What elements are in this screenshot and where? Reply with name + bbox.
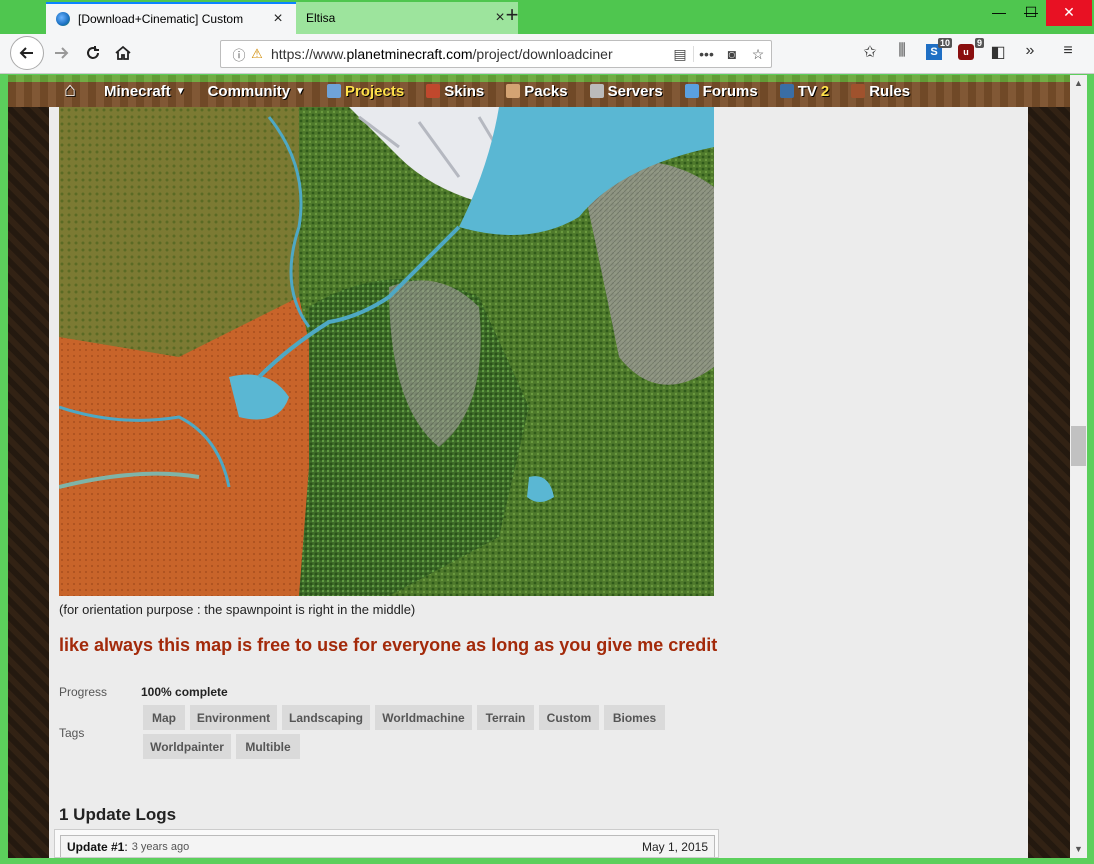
map-image[interactable] [59,107,714,596]
tag-worldpainter[interactable]: Worldpainter [143,734,231,759]
nav-label: TV [797,82,817,100]
update-date: May 1, 2015 [641,839,708,854]
maximize-icon[interactable]: ☐ [1014,0,1048,26]
back-icon[interactable] [10,36,44,70]
nav-community[interactable]: Community ▼ [208,83,305,100]
url-prefix: https://www. [271,46,347,62]
extension-badge: 10 [937,38,952,48]
page-actions-icon[interactable]: ••• [693,46,719,62]
overflow-chevron-icon[interactable]: » [1018,42,1042,66]
reload-icon[interactable] [78,38,108,68]
url-path: /project/downloadciner [472,46,613,62]
sidebar-icon[interactable]: ◧ [986,42,1010,66]
nav-label: Minecraft [104,82,171,100]
nav-servers[interactable]: Servers [589,82,663,100]
image-caption: (for orientation purpose : the spawnpoin… [59,602,416,617]
nav-packs[interactable]: Packs [506,82,568,100]
home-icon[interactable] [108,38,138,68]
nav-label: Community [207,82,291,100]
progress-label: Progress [59,685,108,699]
address-bar[interactable]: ⓘ ⚠ https://www.planetminecraft.com/proj… [220,40,772,68]
nav-label: Packs [524,82,568,100]
tag-multible[interactable]: Multible [236,734,300,759]
servers-icon [589,84,604,98]
url-text[interactable]: https://www.planetminecraft.com/project/… [265,46,667,62]
chevron-down-icon: ▼ [175,85,186,97]
bookmarks-star-icon[interactable]: ✩ [858,42,882,66]
pocket-icon[interactable]: ◙ [719,46,745,62]
projects-icon [327,84,341,98]
forums-icon [684,84,699,98]
nav-projects[interactable]: Projects [327,83,404,100]
nav-bar: ⓘ ⚠ https://www.planetminecraft.com/proj… [0,34,1094,74]
close-tab-icon[interactable]: × [270,10,286,28]
tag-worldmachine[interactable]: Worldmachine [375,705,472,730]
update-ago: 3 years ago [131,840,190,853]
nav-label: Skins [444,82,485,100]
nav-label: Projects [345,82,405,100]
globe-icon [56,12,70,26]
tv-icon [779,84,794,98]
tag-custom[interactable]: Custom [539,705,599,730]
tab-title: [Download+Cinematic] Custom [78,12,244,26]
tab-active[interactable]: [Download+Cinematic] Custom × [46,2,296,34]
url-host: planetminecraft.com [346,46,473,62]
packs-icon [506,84,521,98]
update-separator: : [124,839,128,854]
ublock-badge: 9 [974,38,984,48]
scroll-down-icon[interactable]: ▼ [1070,841,1087,858]
insecure-lock-icon[interactable]: ⚠ [249,46,265,62]
home-icon[interactable]: ⌂ [58,80,82,102]
new-tab-button[interactable]: + [500,4,524,28]
reader-view-icon[interactable]: ▤ [667,46,693,63]
tag-terrain[interactable]: Terrain [477,705,534,730]
tag-biomes[interactable]: Biomes [604,705,665,730]
tab-inactive[interactable]: Eltisa × [296,2,518,34]
rules-book-icon [851,84,866,98]
nav-tv[interactable]: TV 2 [779,82,830,100]
nav-label: Rules [869,82,911,100]
forward-icon[interactable] [46,38,76,68]
info-icon[interactable]: ⓘ [229,45,249,64]
tv-count: 2 [820,82,830,100]
scroll-up-icon[interactable]: ▲ [1070,75,1087,92]
nav-label: Forums [702,82,758,100]
progress-value: 100% complete [141,685,228,699]
update-log-item[interactable]: Update #1 : 3 years ago May 1, 2015 [54,829,719,858]
bookmark-star-icon[interactable]: ☆ [745,46,771,63]
nav-rules[interactable]: Rules [851,83,910,100]
tab-title: Eltisa [306,11,336,25]
nav-label: Servers [607,82,663,100]
library-icon[interactable]: ⫼ [890,42,914,66]
tags-label: Tags [59,726,85,740]
close-window-icon[interactable]: ✕ [1046,0,1092,26]
scroll-thumb[interactable] [1071,426,1086,466]
browser-window: [Download+Cinematic] Custom × Eltisa × +… [0,0,1094,864]
project-content: (for orientation purpose : the spawnpoin… [49,107,1028,858]
nav-skins[interactable]: Skins [426,83,484,100]
extension-icon[interactable]: S 10 [922,38,952,66]
nav-minecraft[interactable]: Minecraft ▼ [104,83,186,100]
chevron-down-icon: ▼ [295,85,305,97]
menu-icon[interactable]: ≡ [1056,42,1080,66]
page-scrollbar[interactable]: ▲ ▼ [1070,75,1087,858]
tag-map[interactable]: Map [143,705,185,730]
skins-icon [426,84,441,98]
minimize-icon[interactable]: — [982,0,1016,26]
tab-strip: [Download+Cinematic] Custom × Eltisa × +… [0,0,1094,34]
update-logs-heading: 1 Update Logs [59,805,177,824]
tag-environment[interactable]: Environment [190,705,277,730]
credit-headline: like always this map is free to use for … [59,635,718,655]
ublock-icon[interactable]: u 9 [954,38,984,66]
nav-forums[interactable]: Forums [684,82,758,100]
site-nav: ⌂ Minecraft ▼ Community ▼ Projects Skins P… [8,75,1070,107]
tag-landscaping[interactable]: Landscaping [282,705,370,730]
update-name[interactable]: Update #1 [67,840,124,854]
